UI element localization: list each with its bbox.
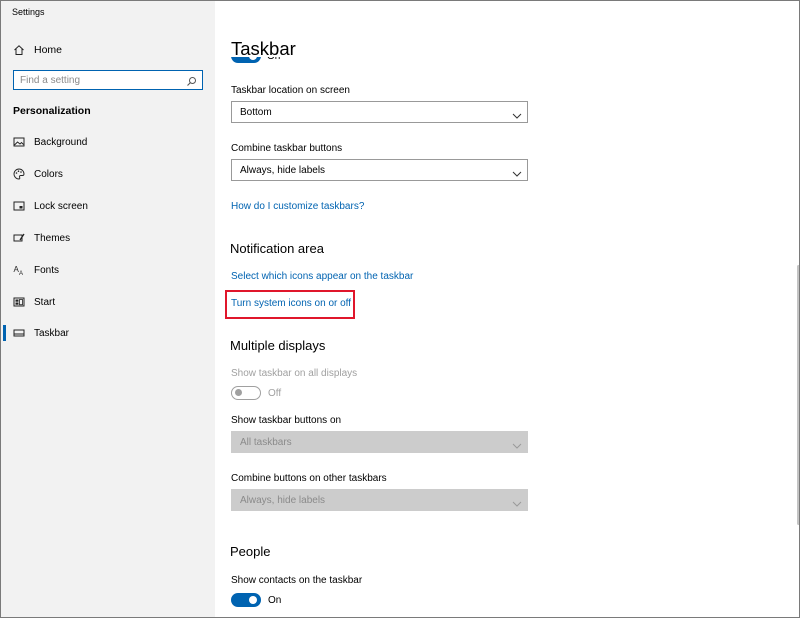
- search-box[interactable]: [13, 70, 203, 90]
- buttons-on-label: Show taskbar buttons on: [231, 415, 342, 426]
- search-input[interactable]: [14, 71, 184, 89]
- dropdown-value: All taskbars: [240, 437, 292, 448]
- dropdown-value: Always, hide labels: [240, 495, 326, 506]
- sidebar-item-background[interactable]: Background: [1, 130, 215, 154]
- home-label: Home: [34, 44, 63, 56]
- sidebar-item-label: Taskbar: [34, 327, 70, 339]
- sidebar-item-colors[interactable]: Colors: [1, 162, 215, 186]
- settings-window: Settings Home Personalization Background: [0, 0, 800, 618]
- select-icons-link[interactable]: Select which icons appear on the taskbar: [231, 271, 413, 282]
- chevron-down-icon: [512, 166, 522, 177]
- dropdown-value: Bottom: [240, 107, 272, 118]
- lock-screen-icon: [13, 200, 25, 212]
- sidebar-item-fonts[interactable]: AA Fonts: [1, 258, 215, 282]
- themes-brush-icon: [13, 232, 25, 244]
- picture-icon: [13, 136, 25, 148]
- partial-toggle-row: On: [231, 57, 311, 67]
- toggle-knob: [249, 57, 257, 60]
- show-contacts-label: Show contacts on the taskbar: [231, 575, 363, 586]
- main-content: Taskbar On Taskbar location on screen Bo…: [215, 1, 799, 617]
- scrollbar[interactable]: [795, 25, 799, 617]
- combine-buttons-dropdown[interactable]: Always, hide labels: [231, 159, 528, 181]
- chevron-down-icon: [512, 438, 522, 449]
- show-contacts-state: On: [268, 595, 282, 606]
- dropdown-value: Always, hide labels: [240, 165, 326, 176]
- home-nav-item[interactable]: Home: [13, 42, 62, 58]
- combine-buttons-label: Combine taskbar buttons: [231, 143, 343, 154]
- people-heading: People: [230, 544, 271, 559]
- sidebar-item-taskbar[interactable]: Taskbar: [1, 321, 215, 345]
- chevron-down-icon: [512, 108, 522, 119]
- show-all-displays-label: Show taskbar on all displays: [231, 368, 358, 379]
- sidebar-item-start[interactable]: Start: [1, 290, 215, 314]
- notification-area-heading: Notification area: [230, 241, 324, 256]
- customize-taskbars-link[interactable]: How do I customize taskbars?: [231, 201, 364, 212]
- top-toggle-label: On: [267, 57, 280, 62]
- toggle-knob: [235, 389, 242, 396]
- top-toggle[interactable]: [231, 57, 261, 63]
- buttons-on-dropdown[interactable]: All taskbars: [231, 431, 528, 453]
- taskbar-location-dropdown[interactable]: Bottom: [231, 101, 528, 123]
- taskbar-location-label: Taskbar location on screen: [231, 85, 350, 96]
- sidebar: Settings Home Personalization Background: [1, 1, 215, 617]
- sidebar-item-label: Start: [34, 296, 56, 308]
- section-personalization: Personalization: [13, 105, 91, 117]
- sidebar-item-label: Colors: [34, 168, 63, 180]
- fonts-icon: AA: [13, 264, 25, 276]
- start-tiles-icon: [13, 296, 25, 308]
- highlight-box: [225, 290, 355, 319]
- taskbar-icon: [13, 327, 25, 339]
- sidebar-item-label: Fonts: [34, 264, 60, 276]
- sidebar-item-label: Themes: [34, 232, 71, 244]
- sidebar-item-lock-screen[interactable]: Lock screen: [1, 194, 215, 218]
- chevron-down-icon: [512, 496, 522, 507]
- app-title: Settings: [12, 7, 45, 17]
- sidebar-item-label: Background: [34, 136, 88, 148]
- show-all-displays-toggle[interactable]: [231, 386, 261, 400]
- svg-text:A: A: [19, 271, 23, 276]
- multiple-displays-heading: Multiple displays: [230, 338, 326, 353]
- sidebar-item-themes[interactable]: Themes: [1, 226, 215, 250]
- combine-other-dropdown[interactable]: Always, hide labels: [231, 489, 528, 511]
- show-all-displays-state: Off: [268, 388, 282, 399]
- toggle-knob: [249, 596, 257, 604]
- search-icon[interactable]: [186, 74, 197, 86]
- show-contacts-toggle[interactable]: [231, 593, 261, 607]
- home-icon: [13, 44, 25, 56]
- combine-other-label: Combine buttons on other taskbars: [231, 473, 387, 484]
- sidebar-item-label: Lock screen: [34, 200, 88, 212]
- palette-icon: [13, 168, 25, 180]
